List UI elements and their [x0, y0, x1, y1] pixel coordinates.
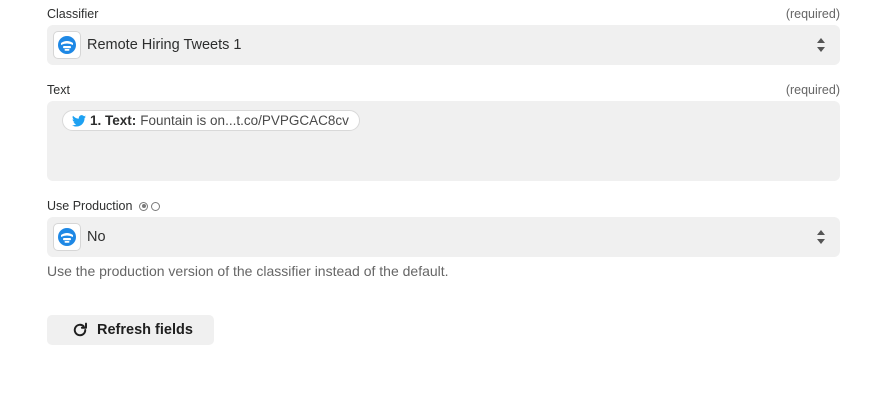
- text-label: Text: [47, 83, 70, 97]
- monkeylearn-app-icon: [53, 31, 81, 59]
- mapped-field-pill[interactable]: 1. Text: Fountain is on...t.co/PVPGCAC8c…: [62, 110, 360, 131]
- refresh-fields-label: Refresh fields: [97, 322, 193, 338]
- pill-value: Fountain is on...t.co/PVPGCAC8cv: [140, 113, 349, 128]
- pill-step-label: 1. Text:: [90, 113, 137, 128]
- classifier-selected-value: Remote Hiring Tweets 1: [87, 37, 242, 53]
- refresh-icon: [73, 322, 87, 337]
- text-required-note: (required): [785, 83, 840, 97]
- classifier-label-row: Classifier (required): [47, 7, 840, 21]
- select-caret-icon: [817, 230, 825, 244]
- classifier-label: Classifier: [47, 7, 99, 21]
- production-radio-group[interactable]: [139, 201, 163, 211]
- monkeylearn-app-icon: [53, 223, 81, 251]
- use-production-selected-value: No: [87, 229, 106, 245]
- classifier-required-note: (required): [785, 7, 840, 21]
- twitter-bird-icon: [72, 114, 86, 127]
- use-production-label-row: Use Production: [47, 199, 840, 213]
- refresh-fields-button[interactable]: Refresh fields: [47, 315, 214, 345]
- radio-unselected-icon[interactable]: [151, 201, 161, 211]
- use-production-select[interactable]: No: [47, 217, 840, 257]
- classifier-select[interactable]: Remote Hiring Tweets 1: [47, 25, 840, 65]
- text-input-area[interactable]: 1. Text: Fountain is on...t.co/PVPGCAC8c…: [47, 101, 840, 181]
- text-label-row: Text (required): [47, 83, 840, 97]
- radio-selected-icon[interactable]: [139, 201, 149, 211]
- use-production-label: Use Production: [47, 199, 133, 213]
- use-production-help-text: Use the production version of the classi…: [47, 263, 449, 279]
- select-caret-icon: [817, 38, 825, 52]
